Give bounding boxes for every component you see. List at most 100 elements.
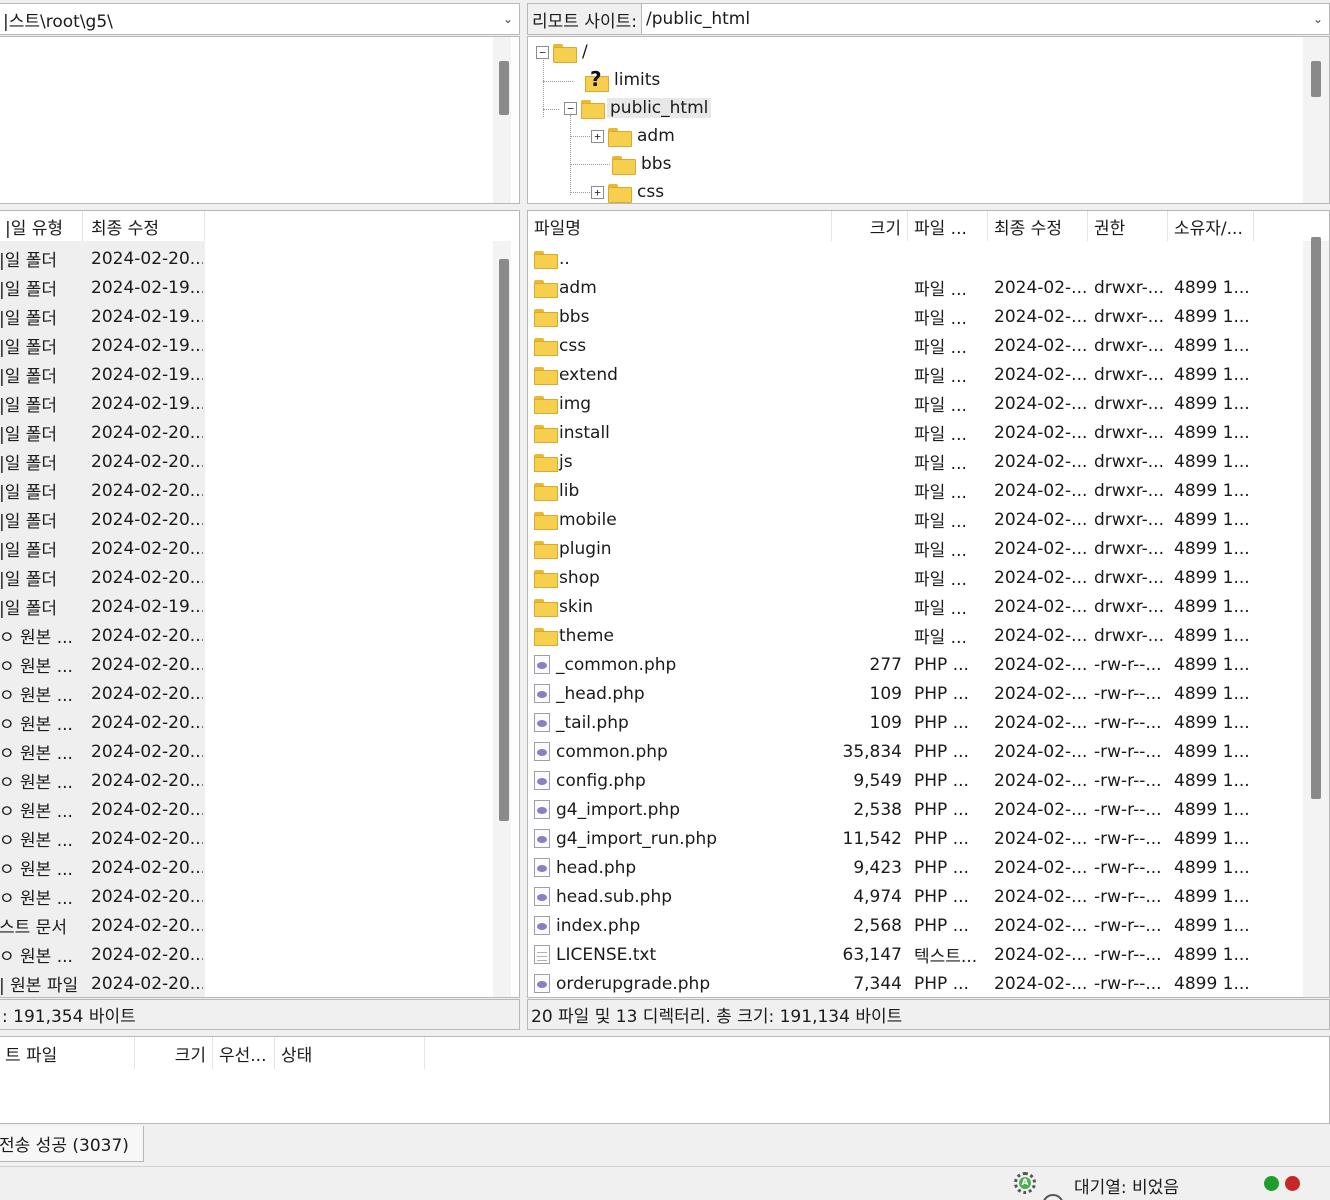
table-row[interactable]: |일 폴더 2024-02-19... [0, 389, 205, 418]
table-row[interactable]: |일 폴더 2024-02-20... [0, 418, 205, 447]
table-row[interactable]: css 파일 ... 2024-02-... drwxr-... 4899 1... [528, 331, 1298, 360]
table-row[interactable]: install 파일 ... 2024-02-... drwxr-... 4899 1.… [528, 418, 1298, 447]
table-row[interactable]: | 원본 파일 2024-02-20... [0, 969, 205, 997]
tree-node-limits[interactable]: ? limits [585, 67, 663, 93]
queue-header-size[interactable]: 크기 [135, 1037, 213, 1069]
expand-icon[interactable]: + [591, 185, 604, 199]
local-path-combobox[interactable]: |스트\root\g5\ ⌄ [0, 3, 520, 35]
tree-node-public-html[interactable]: − public_html [564, 95, 712, 121]
table-row[interactable]: |일 폴더 2024-02-19... [0, 592, 205, 621]
expand-icon[interactable]: + [591, 129, 604, 143]
collapse-icon[interactable]: − [536, 45, 549, 59]
scrollbar-thumb[interactable] [1311, 61, 1321, 97]
column-header-owner[interactable]: 소유자/... [1168, 211, 1254, 241]
cell-permissions: drwxr-... [1094, 277, 1164, 298]
queue-header-priority[interactable]: 우선... [213, 1037, 275, 1069]
table-row[interactable]: bbs 파일 ... 2024-02-... drwxr-... 4899 1... [528, 302, 1298, 331]
table-row[interactable]: orderupgrade.php 7,344 PHP ... 2024-02-... -… [528, 969, 1298, 997]
table-row[interactable]: mobile 파일 ... 2024-02-... drwxr-... 4899 1..… [528, 505, 1298, 534]
table-row[interactable]: common.php 35,834 PHP ... 2024-02-... -rw-r-… [528, 737, 1298, 766]
table-row[interactable]: ㅇ 원본 ... 2024-02-20... [0, 708, 205, 737]
table-row[interactable]: |일 폴더 2024-02-19... [0, 331, 205, 360]
table-row[interactable]: ㅇ 원본 ... 2024-02-20... [0, 882, 205, 911]
remote-file-list[interactable]: 파일명 ⌃ 크기 파일 ... 최종 수정 권한 소유자/... .. adm 파일… [527, 210, 1330, 998]
table-row[interactable]: |일 폴더 2024-02-20... [0, 563, 205, 592]
table-row[interactable]: LICENSE.txt 63,147 텍스트... 2024-02-... -rw-r-… [528, 940, 1298, 969]
tree-node-root[interactable]: − / [536, 39, 591, 65]
table-row[interactable]: .. [528, 244, 1298, 273]
table-row[interactable]: |일 폴더 2024-02-19... [0, 273, 205, 302]
column-header-size[interactable]: 크기 [832, 211, 908, 241]
cell-filetype: 파일 ... [914, 483, 967, 503]
table-row[interactable]: _common.php 277 PHP ... 2024-02-... -rw-r--.… [528, 650, 1298, 679]
transfer-queue[interactable]: 트 파일 크기 우선... 상태 [0, 1036, 1330, 1124]
table-row[interactable]: _head.php 109 PHP ... 2024-02-... -rw-r--...… [528, 679, 1298, 708]
scrollbar-thumb[interactable] [499, 259, 509, 821]
gear-icon[interactable]: A [1014, 1172, 1036, 1194]
chevron-down-icon[interactable]: ⌄ [1307, 12, 1329, 26]
table-row[interactable]: _tail.php 109 PHP ... 2024-02-... -rw-r--...… [528, 708, 1298, 737]
table-row[interactable]: lib 파일 ... 2024-02-... drwxr-... 4899 1... [528, 476, 1298, 505]
table-row[interactable]: 스트 문서 2024-02-20... [0, 911, 205, 940]
table-row[interactable]: |일 폴더 2024-02-20... [0, 476, 205, 505]
table-row[interactable]: js 파일 ... 2024-02-... drwxr-... 4899 1... [528, 447, 1298, 476]
queue-header-status[interactable]: 상태 [275, 1037, 425, 1069]
remote-tree-panel[interactable]: − / ? limits − public_html + adm bbs + c… [527, 36, 1330, 204]
column-header-permissions[interactable]: 권한 [1088, 211, 1168, 241]
table-row[interactable]: ㅇ 원본 ... 2024-02-20... [0, 940, 205, 969]
column-header-modified[interactable]: 최종 수정 [988, 211, 1088, 241]
table-row[interactable]: head.sub.php 4,974 PHP ... 2024-02-... -rw-r… [528, 882, 1298, 911]
table-row[interactable]: theme 파일 ... 2024-02-... drwxr-... 4899 1... [528, 621, 1298, 650]
table-row[interactable]: adm 파일 ... 2024-02-... drwxr-... 4899 1... [528, 273, 1298, 302]
column-header-type[interactable]: |일 유형 [0, 211, 83, 241]
table-row[interactable]: img 파일 ... 2024-02-... drwxr-... 4899 1... [528, 389, 1298, 418]
collapse-icon[interactable]: − [564, 101, 577, 115]
chevron-down-icon[interactable]: ⌄ [497, 12, 519, 26]
table-row[interactable]: plugin 파일 ... 2024-02-... drwxr-... 4899 1..… [528, 534, 1298, 563]
local-tree-scrollbar[interactable] [493, 37, 511, 203]
table-row[interactable]: |일 폴더 2024-02-20... [0, 534, 205, 563]
table-row[interactable]: |일 폴더 2024-02-20... [0, 505, 205, 534]
table-row[interactable]: config.php 9,549 PHP ... 2024-02-... -rw-r--… [528, 766, 1298, 795]
tree-node-bbs[interactable]: bbs [612, 151, 674, 177]
queue-header-file[interactable]: 트 파일 [0, 1037, 135, 1069]
local-list-scrollbar[interactable] [493, 241, 511, 997]
table-row[interactable]: g4_import_run.php 11,542 PHP ... 2024-02-..… [528, 824, 1298, 853]
cell-permissions: drwxr-... [1094, 422, 1164, 443]
table-row[interactable]: extend 파일 ... 2024-02-... drwxr-... 4899 1..… [528, 360, 1298, 389]
column-header-filetype[interactable]: 파일 ... [908, 211, 988, 241]
table-row[interactable]: g4_import.php 2,538 PHP ... 2024-02-... -rw-… [528, 795, 1298, 824]
table-row[interactable]: ㅇ 원본 ... 2024-02-20... [0, 737, 205, 766]
tab-successful-transfers[interactable]: 전송 성공 (3037) [0, 1126, 144, 1162]
tree-node-css[interactable]: + css [591, 179, 667, 203]
column-header-filename[interactable]: 파일명 ⌃ [528, 211, 832, 241]
scrollbar-thumb[interactable] [499, 61, 509, 115]
table-row[interactable]: ㅇ 원본 ... 2024-02-20... [0, 853, 205, 882]
table-row[interactable]: ㅇ 원본 ... 2024-02-20... [0, 621, 205, 650]
tree-node-adm[interactable]: + adm [591, 123, 678, 149]
table-row[interactable]: ㅇ 원본 ... 2024-02-20... [0, 795, 205, 824]
scrollbar-thumb[interactable] [1311, 237, 1321, 799]
table-row[interactable]: head.php 9,423 PHP ... 2024-02-... -rw-r--..… [528, 853, 1298, 882]
table-row[interactable]: ㅇ 원본 ... 2024-02-20... [0, 766, 205, 795]
table-row[interactable]: |일 폴더 2024-02-19... [0, 360, 205, 389]
speed-limit-icon[interactable] [1042, 1194, 1064, 1200]
folder-icon [534, 511, 558, 530]
remote-path-combobox[interactable]: /public_html ⌄ [640, 3, 1330, 35]
cell-modified: 2024-02-19... [91, 277, 203, 298]
table-row[interactable]: |일 폴더 2024-02-20... [0, 244, 205, 273]
table-row[interactable]: |일 폴더 2024-02-20... [0, 447, 205, 476]
tree-node-label: limits [614, 70, 661, 90]
local-tree-panel[interactable] [0, 36, 520, 204]
table-row[interactable]: ㅇ 원본 ... 2024-02-20... [0, 679, 205, 708]
local-file-list[interactable]: |일 유형 최종 수정 |일 폴더 2024-02-20... |일 폴더 2024-… [0, 210, 520, 998]
table-row[interactable]: |일 폴더 2024-02-19... [0, 302, 205, 331]
table-row[interactable]: shop 파일 ... 2024-02-... drwxr-... 4899 1... [528, 563, 1298, 592]
remote-list-scrollbar[interactable] [1303, 237, 1329, 997]
column-header-modified[interactable]: 최종 수정 [85, 211, 205, 241]
table-row[interactable]: index.php 2,568 PHP ... 2024-02-... -rw-r--.… [528, 911, 1298, 940]
table-row[interactable]: ㅇ 원본 ... 2024-02-20... [0, 824, 205, 853]
table-row[interactable]: skin 파일 ... 2024-02-... drwxr-... 4899 1... [528, 592, 1298, 621]
table-row[interactable]: ㅇ 원본 ... 2024-02-20... [0, 650, 205, 679]
remote-tree-scrollbar[interactable] [1303, 37, 1329, 203]
